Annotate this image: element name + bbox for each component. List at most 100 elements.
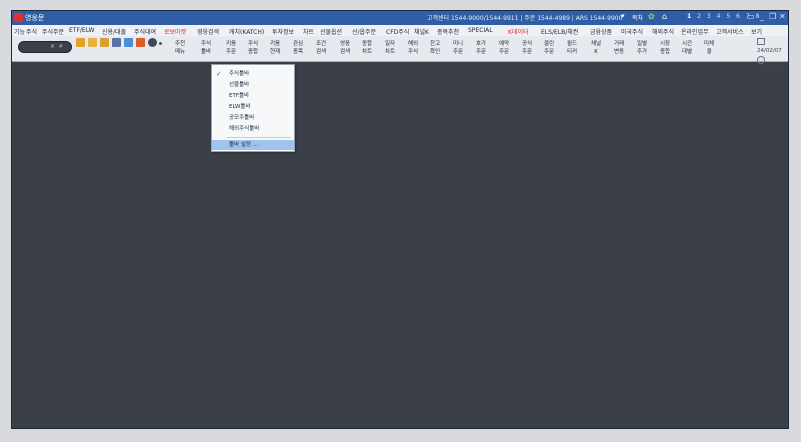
toolbar-button-label-line1: 잔고: [430, 41, 441, 47]
toolbar-button[interactable]: 미니 주문: [453, 40, 463, 56]
menu-item[interactable]: K데이터: [508, 27, 529, 36]
app-window: 영웅문 고객센터 1544-9000/1544-9911 | 주문 1544-4…: [11, 10, 789, 429]
toolbar-button-label-line1: 일별: [637, 41, 648, 47]
toolbar-button[interactable]: 클린 주문: [544, 40, 554, 56]
gear-icon[interactable]: [148, 38, 157, 47]
toolbar-button[interactable]: 예약 주문: [499, 40, 509, 56]
menu-item[interactable]: 주식주문: [42, 27, 64, 36]
toolbar-button-label-line2: 결: [706, 49, 712, 55]
dropdown-item-label: 선물툴바: [229, 82, 250, 88]
toolbar-button-label-line1: 호가: [476, 41, 487, 47]
menu-item[interactable]: 투자정보: [272, 27, 294, 36]
minimize-icon[interactable]: _: [760, 12, 764, 21]
menu-item[interactable]: SPECIAL: [468, 27, 493, 34]
menu-item[interactable]: 선/옵주문: [352, 27, 376, 36]
menu-item[interactable]: 온라인업무: [681, 27, 709, 36]
dropdown-item-stock-toolbar[interactable]: ✓ 주식툴바: [212, 69, 294, 79]
toolbar-button[interactable]: 주천 메뉴: [175, 40, 185, 56]
screen-number[interactable]: 3: [707, 13, 713, 20]
edit-icon[interactable]: [88, 38, 97, 47]
menu-item[interactable]: 보기: [751, 27, 762, 36]
toolbar-button[interactable]: 조건 검색: [316, 40, 326, 56]
menu-item[interactable]: 주식대여: [134, 27, 156, 36]
menu-item[interactable]: 로보마켓: [164, 27, 186, 36]
toolbar-button[interactable]: 거래변동: [614, 40, 624, 56]
info-dropdown-caret-icon[interactable]: ▾: [621, 12, 625, 20]
folder-icon[interactable]: [76, 38, 85, 47]
menu-item[interactable]: 해외주식: [652, 27, 674, 36]
clear-icon[interactable]: ×: [50, 43, 55, 50]
screen-number[interactable]: 5: [726, 13, 732, 20]
toolbar-button[interactable]: 주식 툴바: [201, 40, 211, 56]
toolbar-button-label-line2: 주문: [226, 49, 237, 55]
toolbar-button-label-line1: 관심: [293, 41, 304, 47]
toolbar-button-label-line2: 변동: [614, 49, 625, 55]
settings-gear-icon[interactable]: ✿: [648, 13, 655, 21]
menu-item[interactable]: 주식: [26, 27, 37, 36]
toolbar-button[interactable]: 영웅 검색: [340, 40, 350, 56]
toolbar-button-label-line2: 검색: [340, 49, 351, 55]
dropdown-item-etf-toolbar[interactable]: ETF툴바: [212, 91, 294, 101]
toolbar-button[interactable]: 키움 주문: [226, 40, 236, 56]
close-icon[interactable]: ✕: [779, 12, 786, 21]
maximize-icon[interactable]: ❐: [769, 12, 776, 21]
toolbar-button[interactable]: 월드 티커: [567, 40, 577, 56]
toolbar-button[interactable]: 주식 종합: [248, 40, 258, 56]
menu-item[interactable]: 채널K: [414, 27, 429, 36]
restore-window-icon[interactable]: ▭: [747, 12, 755, 21]
menu-item[interactable]: 금융상품: [590, 27, 612, 36]
menu-item[interactable]: 기능: [14, 27, 25, 36]
screen-number[interactable]: 1: [687, 13, 693, 20]
flag-icon[interactable]: [136, 38, 145, 47]
toolbar-button[interactable]: 미체 결: [704, 40, 714, 56]
lock-icon[interactable]: [100, 38, 109, 47]
dropdown-item-futures-toolbar[interactable]: 선물툴바: [212, 80, 294, 90]
app-title: 영웅문: [25, 14, 45, 22]
toolbar-button[interactable]: 호가주문: [476, 40, 486, 56]
toolbar-button-label-line1: 일자: [385, 41, 396, 47]
toolbar-button[interactable]: 시간 대별: [682, 40, 692, 56]
toolbar-button[interactable]: 일별 주가: [637, 40, 647, 56]
menu-item[interactable]: 선물옵션: [320, 27, 342, 36]
dropdown-item-elw-toolbar[interactable]: ELW툴바: [212, 102, 294, 112]
toolbar-button[interactable]: 키움 현재: [270, 40, 280, 56]
toolbar-button[interactable]: 잔고 확인: [430, 40, 440, 56]
dropdown-item-ipo-toolbar[interactable]: 공모주툴바: [212, 113, 294, 123]
datetime-display: 24/02/07 17:02:14: [757, 38, 788, 75]
dropdown-item-overseas-toolbar[interactable]: 해외주식툴바: [212, 124, 294, 134]
image-icon[interactable]: [112, 38, 121, 47]
menu-item[interactable]: ETF/ELW: [69, 27, 94, 34]
customer-center-info: 고객센터 1544-9000/1544-9911 | 주문 1544-4989 …: [427, 15, 623, 22]
dropdown-item-toolbar-settings[interactable]: 툴바 설정 ...: [212, 140, 294, 150]
toolbar-button[interactable]: 해외 주식: [408, 40, 418, 56]
home-icon[interactable]: ⌂: [662, 13, 667, 21]
toolbar-button-label-line1: 키움: [270, 41, 281, 47]
menu-item[interactable]: 캐치(KATCH): [229, 27, 264, 36]
menu-item[interactable]: 차트: [303, 27, 314, 36]
menu-item[interactable]: 신용/대출: [102, 27, 126, 36]
menu-item[interactable]: 종목추천: [437, 27, 459, 36]
menu-item[interactable]: 고객서비스: [716, 27, 744, 36]
toolbar-button[interactable]: 채널 K: [591, 40, 601, 56]
toolbar-button[interactable]: 일자 차트: [385, 40, 395, 56]
title-bar: 영웅문 고객센터 1544-9000/1544-9911 | 주문 1544-4…: [12, 11, 788, 25]
search-icon[interactable]: ⌕: [59, 42, 63, 51]
screen-number[interactable]: 4: [717, 13, 723, 20]
dropdown-icon[interactable]: [124, 38, 133, 47]
toolbar-button-label-line1: 종합: [362, 41, 373, 47]
toolbar-button-label-line2: 종합: [660, 49, 671, 55]
search-box[interactable]: × ⌕: [18, 41, 72, 53]
toolbar-button[interactable]: 시장 종합: [660, 40, 670, 56]
contents-button[interactable]: 목차: [632, 13, 643, 22]
toolbar-button[interactable]: 공식 주문: [522, 40, 532, 56]
screen-number[interactable]: 2: [697, 13, 703, 20]
toolbar-button[interactable]: 종합 차트: [362, 40, 372, 56]
menu-item[interactable]: CFD주식: [386, 27, 409, 36]
toolbar-button-label-line1: 거래: [614, 41, 625, 47]
toolbar-button[interactable]: 관심 종목: [293, 40, 303, 56]
toolbar-button-label-line2: 주문: [476, 49, 487, 55]
menu-item[interactable]: 미국주식: [621, 27, 643, 36]
menu-item[interactable]: ELS/ELB/채권: [541, 27, 578, 36]
screen-number[interactable]: 6: [736, 13, 742, 20]
menu-item[interactable]: 영웅검색: [197, 27, 219, 36]
